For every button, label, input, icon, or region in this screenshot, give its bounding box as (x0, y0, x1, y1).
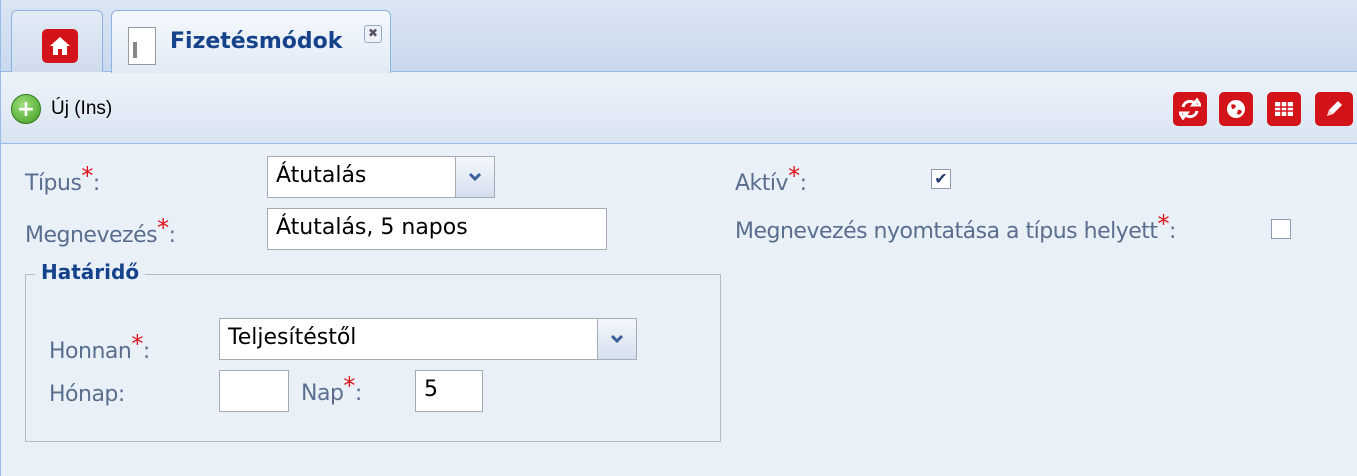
name-field[interactable]: Átutalás, 5 napos (267, 208, 607, 250)
print-name-label: Megnevezés nyomtatása a típus helyett*: (735, 210, 1176, 244)
from-select[interactable]: Teljesítéstől (219, 318, 637, 360)
form-panel: Típus*: Átutalás Megnevezés*: Átutalás, … (1, 144, 1357, 476)
add-icon: + (11, 94, 41, 124)
active-label: Aktív*: (735, 162, 807, 196)
name-label: Megnevezés*: (25, 214, 176, 248)
close-icon[interactable]: ✖ (364, 25, 382, 43)
tab-bar: Fizetésmódok ✖ (1, 0, 1357, 73)
edit-icon[interactable] (1315, 92, 1353, 126)
refresh-icon[interactable] (1173, 92, 1207, 126)
from-select-value: Teljesítéstől (228, 325, 357, 350)
type-select[interactable]: Átutalás (267, 156, 495, 198)
new-button[interactable]: + Új (Ins) (11, 92, 112, 126)
day-label: Nap*: (301, 372, 362, 406)
tab-home[interactable] (11, 10, 103, 72)
type-select-value: Átutalás (276, 163, 367, 188)
toolbar: + Új (Ins) (1, 74, 1357, 144)
from-label: Honnan*: (49, 330, 150, 364)
print-name-checkbox[interactable] (1271, 219, 1291, 239)
tab-label: Fizetésmódok (170, 29, 343, 54)
document-icon (128, 27, 156, 65)
grid-icon[interactable] (1267, 92, 1301, 126)
month-field[interactable] (219, 370, 289, 412)
day-field[interactable]: 5 (415, 370, 483, 412)
window-frame: Fizetésmódok ✖ + Új (Ins) Típus*: Átutal… (0, 0, 1357, 476)
type-label: Típus*: (25, 162, 100, 196)
globe-icon[interactable] (1219, 92, 1253, 126)
new-button-label: Új (Ins) (51, 98, 113, 119)
deadline-legend: Határidő (35, 260, 146, 284)
chevron-down-icon[interactable] (455, 157, 494, 197)
month-label: Hónap: (49, 382, 125, 407)
home-icon (42, 29, 78, 63)
chevron-down-icon[interactable] (597, 319, 636, 359)
tab-fizetesmodok[interactable]: Fizetésmódok ✖ (111, 10, 391, 73)
active-checkbox[interactable]: ✔ (931, 169, 951, 189)
